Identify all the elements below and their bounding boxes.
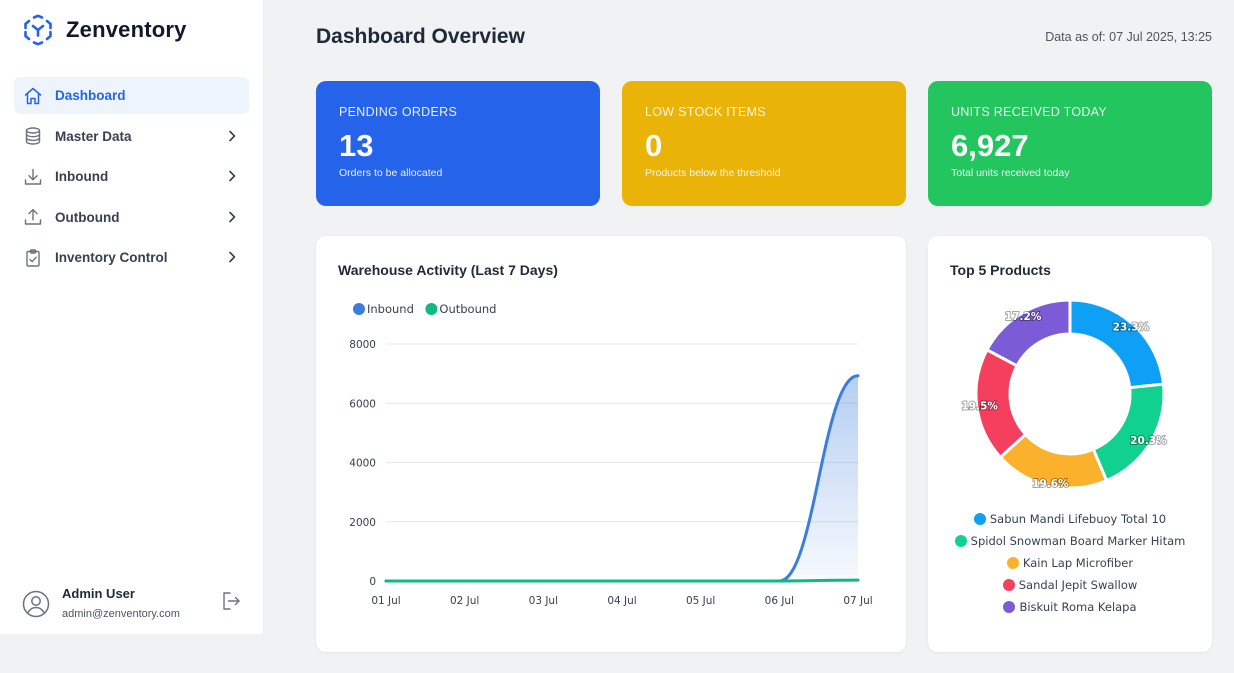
legend-swatch: [1002, 579, 1015, 591]
page-title: Dashboard Overview: [316, 25, 525, 48]
legend-swatch: [1006, 557, 1019, 569]
sidebar-nav: Dashboard Master Data Inbound Outbound I…: [14, 77, 249, 280]
series-line-outbound[interactable]: [384, 578, 860, 583]
legend-label: Biskuit Roma Kelapa: [1019, 600, 1137, 614]
pie-data-label: 17.2%: [1005, 311, 1042, 323]
legend-label: Kain Lap Microfiber: [1022, 556, 1134, 570]
user-profile: Admin User admin@zenventory.com: [22, 585, 244, 625]
stat-label: PENDING ORDERS: [339, 105, 458, 119]
legend-item[interactable]: Sandal Jepit Swallow: [928, 574, 1212, 596]
x-tick-label: 03 Jul: [529, 595, 558, 607]
sidebar-item-outbound[interactable]: Outbound: [14, 199, 249, 236]
stat-value: 0: [645, 128, 663, 163]
legend-item[interactable]: Kain Lap Microfiber: [928, 552, 1212, 574]
x-tick-label: 01 Jul: [371, 595, 400, 607]
chevron-right-icon: [229, 211, 236, 222]
sidebar-item-label: Inbound: [55, 169, 109, 184]
logout-icon[interactable]: [220, 590, 242, 612]
legend-swatch: [353, 303, 365, 315]
legend-label[interactable]: Inbound: [367, 302, 414, 316]
pie-data-label: 19.5%: [961, 400, 998, 412]
legend-label: Sandal Jepit Swallow: [1018, 578, 1138, 592]
series-area-inbound: [386, 375, 858, 581]
legend-swatch: [1003, 601, 1016, 613]
sidebar-item-label: Outbound: [55, 209, 120, 225]
series-line-inbound[interactable]: [384, 374, 860, 583]
low-stock-items-card[interactable]: LOW STOCK ITEMS 0 Products below the thr…: [622, 81, 906, 206]
y-tick-label: 0: [369, 576, 376, 588]
legend-label: Spidol Snowman Board Marker Hitam: [970, 534, 1186, 548]
y-tick-label: 8000: [349, 339, 376, 351]
legend-item[interactable]: Sabun Mandi Lifebuoy Total 10: [928, 508, 1212, 530]
legend-item[interactable]: Spidol Snowman Board Marker Hitam: [928, 530, 1212, 552]
x-tick-label: 05 Jul: [686, 595, 715, 607]
warehouse-activity-chart: 0 2000 4000 6000 8000 01 Jul 02 Jul 03 Jul 04 Ju…: [349, 302, 872, 607]
y-tick-label: 6000: [349, 398, 376, 410]
legend-label[interactable]: Outbound: [439, 302, 496, 316]
pie-slice[interactable]: [1068, 298, 1166, 390]
pie-slice[interactable]: [1091, 382, 1166, 483]
stat-value: 13: [339, 128, 374, 163]
sidebar-item-master-data[interactable]: Master Data: [14, 118, 249, 155]
top-products-card: Top 5 Products 23.3% 20.3% 19.6% 19.5% 17.2%…: [928, 236, 1212, 652]
pie-data-label: 19.6%: [1032, 478, 1069, 490]
legend-swatch: [954, 535, 967, 547]
upload-icon: [22, 206, 44, 228]
chevron-right-icon: [229, 170, 236, 182]
legend-label: Sabun Mandi Lifebuoy Total 10: [989, 512, 1167, 526]
stat-value: 6,927: [951, 128, 1029, 163]
sidebar-item-label: Dashboard: [55, 88, 126, 103]
x-tick-label: 04 Jul: [607, 595, 636, 607]
top-products-legend: Sabun Mandi Lifebuoy Total 10 Spidol Snow…: [928, 508, 1212, 618]
database-icon: [22, 125, 44, 147]
sidebar-item-inbound[interactable]: Inbound: [14, 158, 249, 195]
user-email: admin@zenventory.com: [62, 608, 180, 620]
stat-label: LOW STOCK ITEMS: [645, 105, 766, 119]
chevron-right-icon: [229, 130, 236, 141]
stat-subtext: Products below the threshold: [645, 167, 781, 179]
y-tick-label: 2000: [349, 517, 376, 529]
stat-subtext: Orders to be allocated: [339, 167, 443, 179]
data-timestamp: Data as of: 07 Jul 2025, 13:25: [1045, 30, 1212, 44]
clipboard-check-icon: [22, 247, 44, 269]
sidebar-item-inventory-control[interactable]: Inventory Control: [14, 239, 249, 276]
user-avatar-icon: [22, 590, 50, 618]
user-name: Admin User: [62, 586, 135, 601]
home-icon: [22, 85, 44, 107]
legend-swatch: [425, 303, 438, 315]
legend-swatch: [973, 513, 986, 525]
app-name: Zenventory: [66, 17, 187, 42]
units-received-card[interactable]: UNITS RECEIVED TODAY 6,927 Total units r…: [928, 81, 1212, 206]
pie-data-label: 23.3%: [1113, 321, 1150, 333]
download-icon: [22, 166, 44, 188]
x-tick-label: 06 Jul: [765, 595, 794, 607]
stat-label: UNITS RECEIVED TODAY: [951, 105, 1108, 119]
brand[interactable]: Zenventory: [22, 14, 187, 46]
pie-data-label: 20.3%: [1130, 435, 1167, 447]
sidebar-item-label: Master Data: [55, 128, 132, 144]
legend-item[interactable]: Biskuit Roma Kelapa: [928, 596, 1212, 618]
sidebar-item-label: Inventory Control: [55, 250, 168, 265]
x-tick-label: 07 Jul: [843, 595, 872, 607]
pending-orders-card[interactable]: PENDING ORDERS 13 Orders to be allocated: [316, 81, 600, 206]
warehouse-activity-card: Warehouse Activity (Last 7 Days) 0 2000 40…: [316, 236, 906, 652]
top-products-chart: 23.3% 20.3% 19.6% 19.5% 17.2%: [960, 298, 1168, 491]
zenventory-logo-icon: [24, 14, 52, 46]
stat-subtext: Total units received today: [951, 167, 1070, 179]
y-tick-label: 4000: [349, 458, 376, 470]
sidebar-item-dashboard[interactable]: Dashboard: [14, 77, 249, 114]
pie-slice[interactable]: [984, 298, 1072, 368]
x-tick-label: 02 Jul: [450, 595, 479, 607]
chevron-right-icon: [229, 251, 236, 263]
sidebar: Zenventory Dashboard Master Data Inbound: [0, 0, 264, 634]
